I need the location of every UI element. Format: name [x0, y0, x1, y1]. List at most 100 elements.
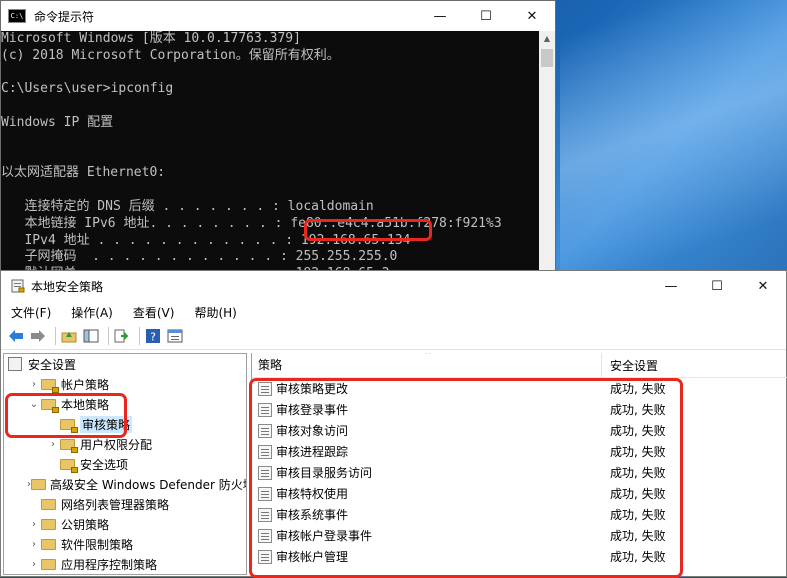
folder-lock-icon: [60, 437, 78, 453]
folder-icon: [41, 497, 57, 511]
minimize-icon: —: [664, 278, 678, 294]
tree-item[interactable]: › 帐户策略: [4, 374, 246, 394]
shield-icon: [8, 357, 24, 371]
console-tree: 安全设置 › 帐户策略 ⌄ 本地策略 审核策略 › 用户权限分配 安全选项 › 高级安全 Windo…: [3, 353, 247, 575]
secpol-app-icon: [11, 279, 25, 293]
tree-item[interactable]: 网络列表管理器策略: [4, 494, 246, 514]
tree-item-label: 软件限制策略: [61, 537, 134, 552]
chevron-right-icon[interactable]: ›: [27, 539, 41, 550]
tree-item-label: 高级安全 Windows Defender 防火墙: [50, 477, 247, 492]
properties-button[interactable]: [166, 327, 184, 345]
maximize-button[interactable]: ☐: [463, 1, 509, 31]
back-button[interactable]: [7, 327, 25, 345]
maximize-button[interactable]: ☐: [694, 271, 740, 301]
menu-view[interactable]: 查看(V): [123, 304, 185, 321]
console-line: 本地链接 IPv6 地址. . . . . . . . : fe80::e4c4…: [1, 215, 502, 231]
cmd-window-title: 命令提示符: [34, 9, 95, 24]
tree-item-label: 用户权限分配: [80, 437, 153, 452]
folder-icon: [41, 557, 57, 571]
back-arrow-icon: [9, 330, 23, 342]
console-line: IPv4 地址 . . . . . . . . . . . . : 192.16…: [1, 232, 411, 248]
menu-bar: 文件(F) 操作(A) 查看(V) 帮助(H): [1, 301, 786, 323]
list-highlight-box: [249, 378, 683, 578]
folder-icon: [41, 517, 57, 531]
list-header: ⌃ 策略 安全设置: [252, 353, 787, 378]
scroll-up-icon[interactable]: ▲: [539, 31, 555, 47]
minimize-button[interactable]: —: [417, 1, 463, 31]
tree-item[interactable]: › 高级安全 Windows Defender 防火墙: [4, 474, 246, 494]
toolbar-separator: [108, 327, 109, 345]
close-button[interactable]: ✕: [509, 1, 555, 31]
cmd-app-icon: C:\: [8, 9, 26, 23]
tree-item[interactable]: › 软件限制策略: [4, 534, 246, 554]
tree-item[interactable]: 安全设置: [4, 354, 246, 374]
export-icon: [114, 329, 129, 343]
export-list-button[interactable]: [113, 327, 131, 345]
folder-icon: [41, 537, 57, 551]
tree-item[interactable]: › 公钥策略: [4, 514, 246, 534]
wallpaper-light-beam: [560, 0, 787, 280]
help-button[interactable]: ?: [144, 327, 162, 345]
tree-item-label: 应用程序控制策略: [61, 557, 158, 572]
toolbar: ?: [1, 323, 786, 350]
tree-highlight-box: [5, 393, 127, 438]
console-tree-icon: [83, 329, 99, 343]
folder-up-icon: [61, 332, 77, 343]
secpol-titlebar[interactable]: 本地安全策略 — ☐ ✕: [1, 271, 786, 301]
menu-help[interactable]: 帮助(H): [184, 304, 246, 321]
console-line: C:\Users\user>ipconfig: [1, 81, 174, 97]
secpol-window-title: 本地安全策略: [31, 279, 104, 294]
cmd-scrollbar[interactable]: ▲: [539, 31, 555, 271]
tree-item-label: 帐户策略: [61, 377, 110, 392]
minimize-button[interactable]: —: [648, 271, 694, 301]
console-line: 子网掩码 . . . . . . . . . . . . : 255.255.2…: [1, 249, 398, 265]
column-header-setting[interactable]: 安全设置: [602, 357, 658, 374]
close-button[interactable]: ✕: [740, 271, 786, 301]
tree-item[interactable]: › 应用程序控制策略: [4, 554, 246, 574]
console-line: 连接特定的 DNS 后缀 . . . . . . . : localdomain: [1, 198, 374, 214]
folder-lock-icon: [41, 377, 59, 393]
close-icon: ✕: [526, 8, 538, 24]
tree-item-label: 安全选项: [80, 457, 129, 472]
help-icon: ?: [146, 329, 160, 344]
console-line: 以太网适配器 Ethernet0:: [1, 165, 166, 181]
console-line: Windows IP 配置: [1, 114, 114, 130]
show-hide-tree-button[interactable]: [82, 327, 100, 345]
toolbar-separator: [55, 327, 56, 345]
ip-highlight-box: [304, 219, 432, 241]
menu-action[interactable]: 操作(A): [61, 304, 123, 321]
toolbar-separator: [139, 327, 140, 345]
console-line: (c) 2018 Microsoft Corporation。保留所有权利。: [1, 47, 340, 63]
chevron-right-icon[interactable]: ›: [46, 439, 60, 450]
folder-lock-icon: [60, 457, 78, 473]
maximize-icon: ☐: [711, 278, 723, 294]
tree-item-label: 公钥策略: [61, 517, 110, 532]
sort-ascending-icon: ⌃: [424, 353, 432, 361]
forward-button[interactable]: [29, 327, 47, 345]
cmd-titlebar[interactable]: C:\ 命令提示符 — ☐ ✕: [1, 1, 555, 31]
console-line: Microsoft Windows [版本 10.0.17763.379]: [1, 31, 301, 46]
chevron-right-icon[interactable]: ›: [27, 519, 41, 530]
chevron-right-icon[interactable]: ›: [27, 559, 41, 570]
minimize-icon: —: [433, 8, 447, 24]
maximize-icon: ☐: [480, 8, 492, 24]
chevron-right-icon[interactable]: ›: [27, 379, 41, 390]
local-security-policy-window: 本地安全策略 — ☐ ✕ 文件(F) 操作(A) 查看(V) 帮助(H) ? 安…: [0, 270, 787, 578]
console-output[interactable]: Microsoft Windows [版本 10.0.17763.379] (c)…: [1, 31, 539, 271]
menu-file[interactable]: 文件(F): [1, 304, 61, 321]
forward-arrow-icon: [31, 330, 45, 342]
tree-item-label: 安全设置: [28, 357, 77, 372]
tree-item-label: 网络列表管理器策略: [61, 497, 170, 512]
up-folder-button[interactable]: [60, 327, 78, 345]
folder-icon: [31, 477, 46, 491]
tree-item[interactable]: 安全选项: [4, 454, 246, 474]
scroll-thumb[interactable]: [541, 49, 553, 67]
close-icon: ✕: [757, 278, 769, 294]
svg-text:?: ?: [150, 331, 156, 344]
properties-icon: [167, 329, 183, 343]
